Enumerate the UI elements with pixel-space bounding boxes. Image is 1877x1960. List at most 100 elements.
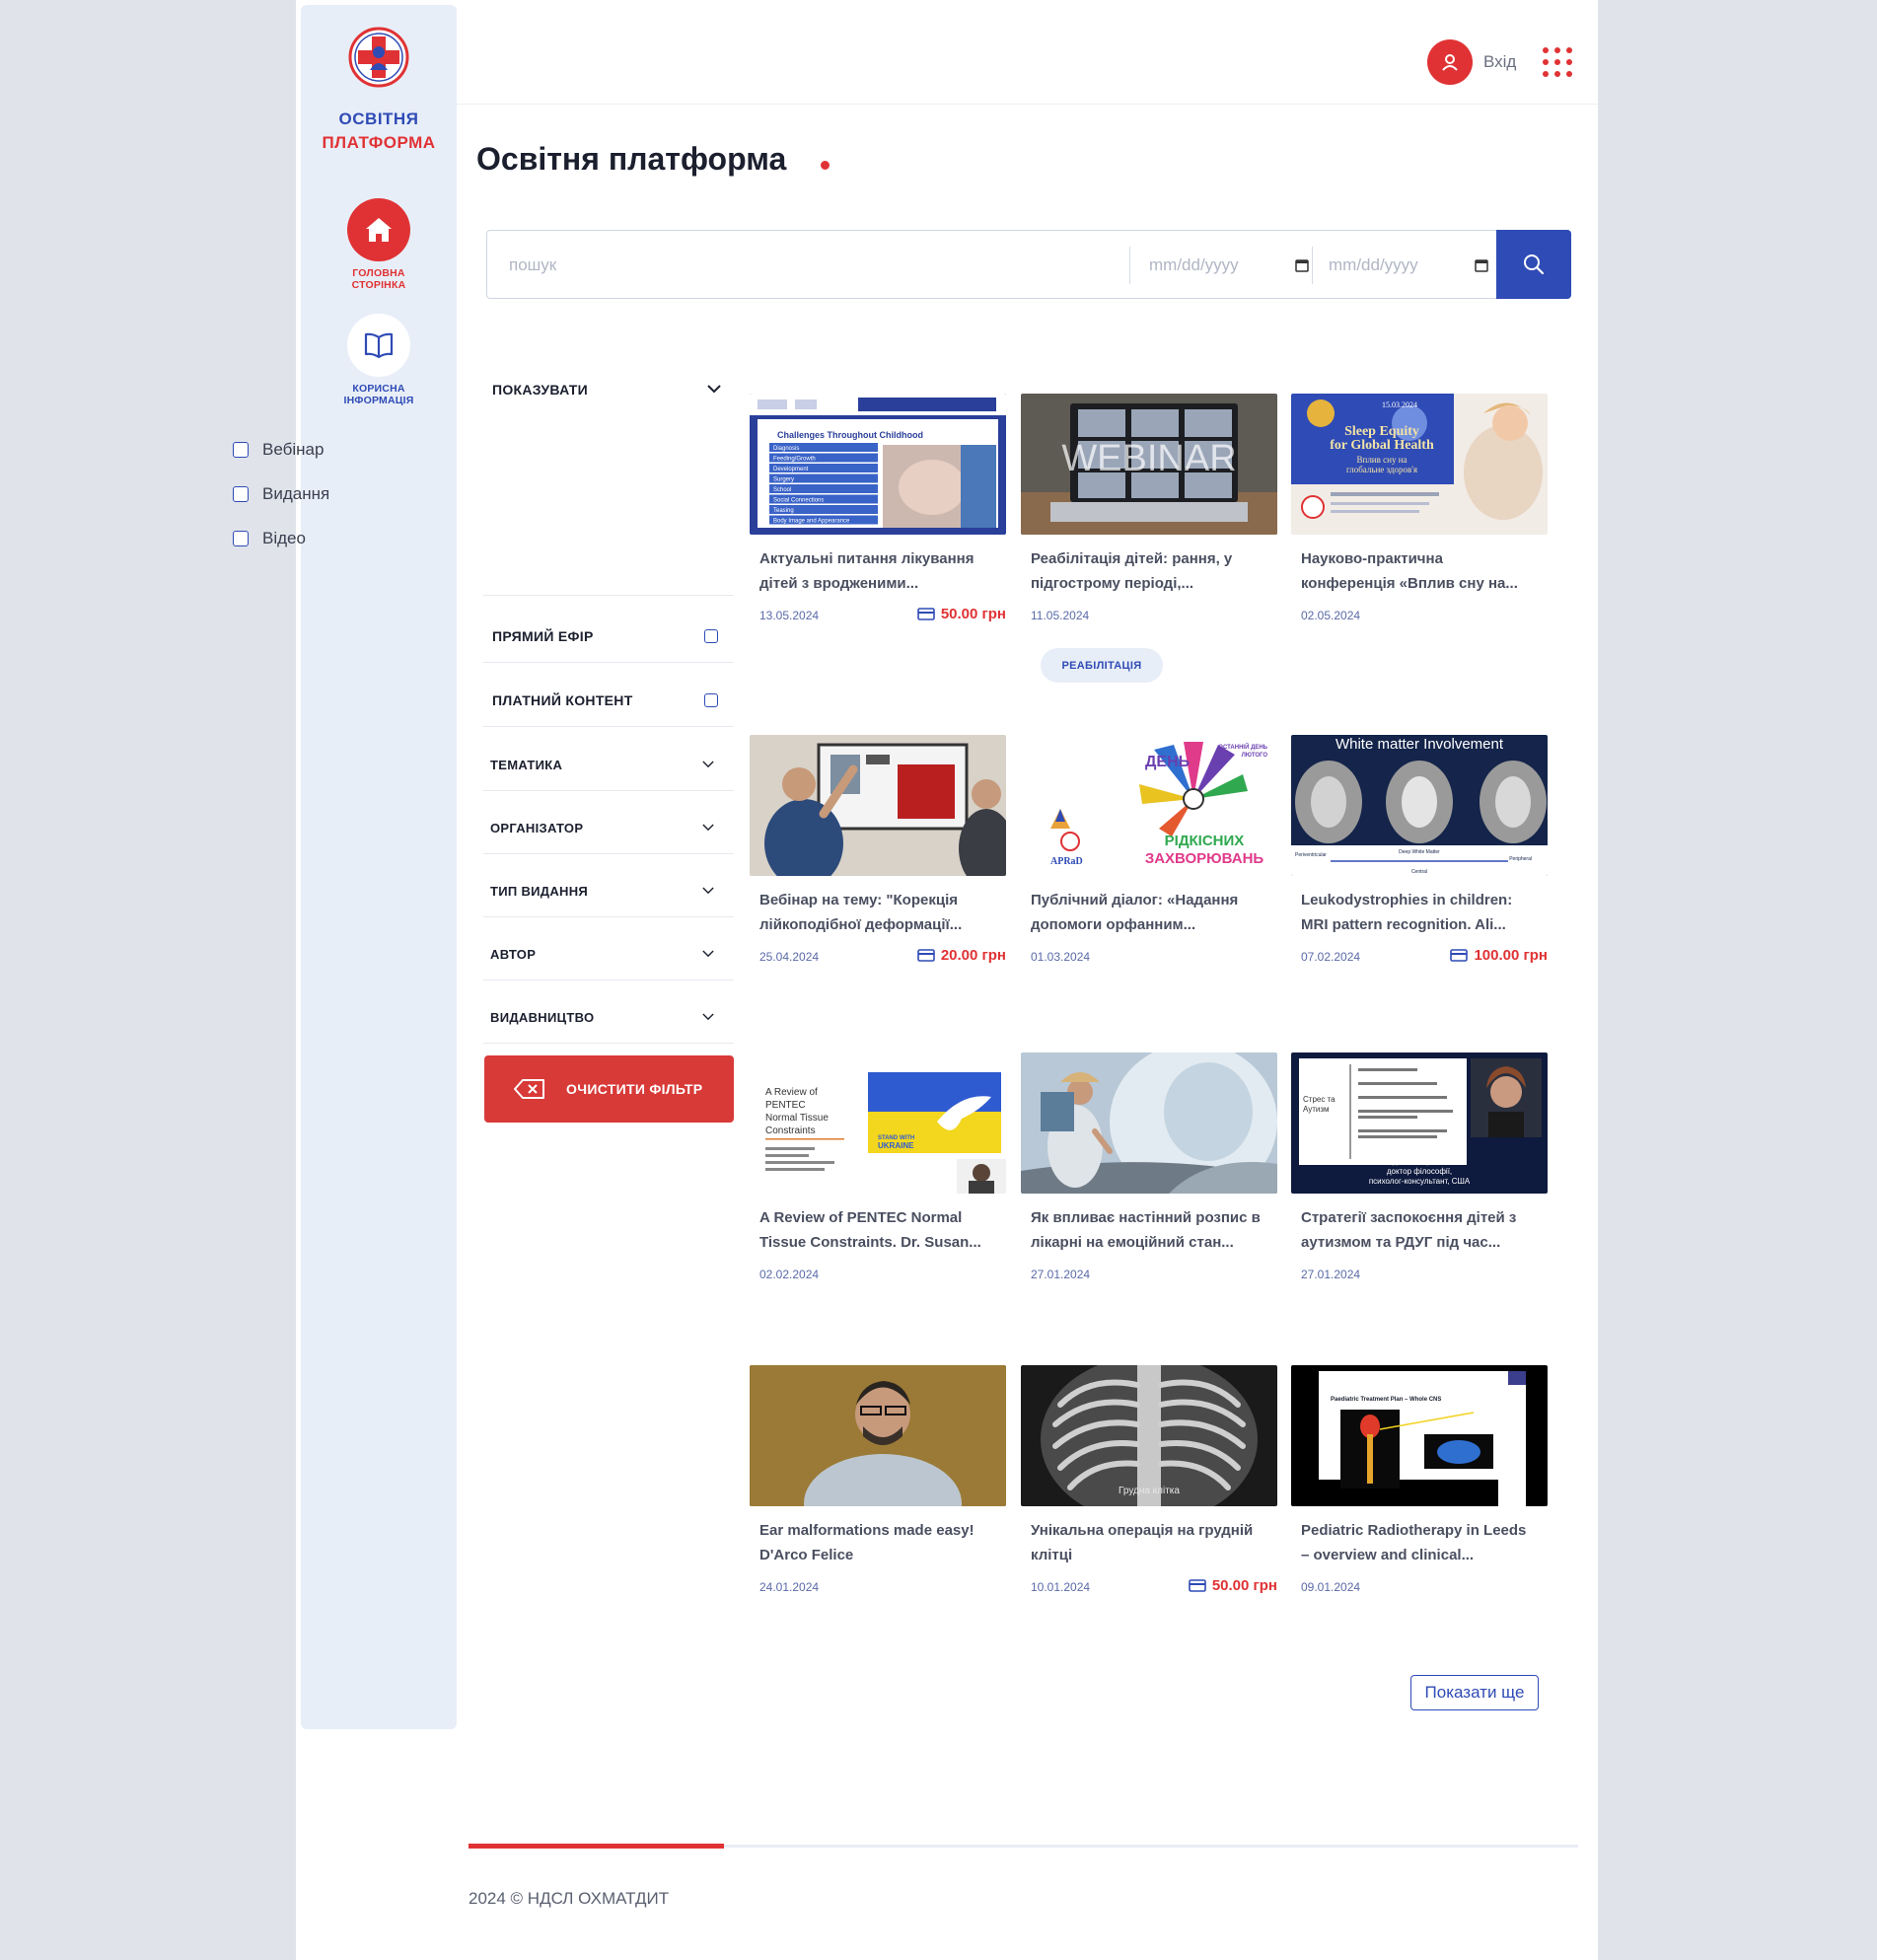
nav-item-info[interactable]: КОРИСНА ІНФОРМАЦІЯ [301, 314, 457, 406]
thumb-l1: A Review of [765, 1087, 818, 1098]
sidebar: ОСВІТНЯ ПЛАТФОРМА ГОЛОВНА СТОРІНКА КОРИСН… [301, 5, 457, 1729]
card-title[interactable]: Публічний діалог: «Надання допомоги орфа… [1031, 888, 1267, 937]
login-button[interactable]: Вхід [1427, 39, 1516, 85]
credit-card-icon [917, 608, 935, 620]
checkbox[interactable] [233, 442, 249, 458]
checkbox[interactable] [233, 486, 249, 502]
thumb-banner2: UKRAINE [878, 1141, 914, 1150]
checkbox[interactable] [233, 531, 249, 546]
card-meta: 25.04.2024 20.00 грн [759, 947, 1006, 967]
filter-option-video[interactable]: Відео [233, 528, 306, 549]
search-button[interactable] [1496, 230, 1571, 299]
thumb-top: ДЕНЬ [1145, 754, 1190, 770]
tag-rehabilitation[interactable]: РЕАБІЛІТАЦІЯ [1041, 648, 1163, 683]
thumb-date: 15.03.2024 [1382, 400, 1417, 409]
card-thumbnail[interactable] [1021, 1053, 1277, 1194]
thumb-row-label: Surgery [773, 477, 794, 483]
card-thumbnail[interactable]: 15.03.2024 Sleep Equity for Global Healt… [1291, 394, 1548, 535]
card-date: 10.01.2024 [1031, 1580, 1091, 1594]
card-thumbnail[interactable]: ДЕНЬ ОСТАННІЙ ДЕНЬ ЛЮТОГО РІДКІСНИХ ЗАХВ… [1021, 735, 1277, 876]
card-thumbnail[interactable]: White matter Involvement Periventricular… [1291, 735, 1548, 876]
date-from-field[interactable]: mm/dd/yyyy [1149, 251, 1317, 280]
chevron-down-icon[interactable] [702, 887, 714, 895]
card-title[interactable]: Pediatric Radiotherapy in Leeds – overvi… [1301, 1518, 1538, 1567]
clear-filter-button[interactable]: ОЧИСТИТИ ФІЛЬТР [484, 1055, 734, 1123]
thumb-row-label: Feeding/Growth [773, 457, 816, 463]
content-card[interactable]: White matter Involvement Periventricular… [1291, 735, 1548, 967]
chevron-down-icon[interactable] [702, 1013, 714, 1021]
content-card[interactable]: Ear malformations made easy! D'Arco Feli… [750, 1365, 1006, 1597]
filter-theme-header[interactable]: ТЕМАТИКА [490, 758, 562, 772]
thumb-row-label: Diagnosis [773, 446, 799, 452]
nav-label-home: ГОЛОВНА СТОРІНКА [351, 267, 406, 291]
thumb-lbl2: Deep White Matter [1399, 849, 1440, 855]
backspace-icon [514, 1079, 544, 1099]
card-title[interactable]: Унікальна операція на грудній клітці [1031, 1518, 1267, 1567]
content-card[interactable]: ДЕНЬ ОСТАННІЙ ДЕНЬ ЛЮТОГО РІДКІСНИХ ЗАХВ… [1021, 735, 1277, 967]
footer-copyright: 2024 © НДСЛ ОХМАТДИТ [469, 1889, 670, 1908]
brand-line2: ПЛАТФОРМА [322, 133, 436, 152]
card-meta: 27.01.2024 [1031, 1265, 1277, 1284]
card-thumbnail[interactable]: Paediatric Treatment Plan – Whole CNS [1291, 1365, 1548, 1506]
card-title[interactable]: Реабілітація дітей: рання, у підгострому… [1031, 546, 1267, 596]
card-meta: 11.05.2024 [1031, 606, 1277, 625]
card-thumbnail[interactable]: Challenges Throughout Childhood Diagnosi… [750, 394, 1006, 535]
live-checkbox[interactable] [704, 629, 718, 643]
date-to-field[interactable]: mm/dd/yyyy [1329, 251, 1496, 280]
content-card[interactable]: Стрес та Аутизм Теодозія Пацлавська, док… [1291, 1053, 1548, 1284]
thumb-side1: ОСТАННІЙ ДЕНЬ [1218, 743, 1267, 751]
paid-checkbox[interactable] [704, 693, 718, 707]
nav-item-home[interactable]: ГОЛОВНА СТОРІНКА [301, 198, 457, 291]
card-thumbnail[interactable] [750, 735, 1006, 876]
filter-option-publication[interactable]: Видання [233, 483, 329, 505]
card-title[interactable]: A Review of PENTEC Normal Tissue Constra… [759, 1205, 996, 1255]
card-title[interactable]: Вебінар на тему: "Корекція лійкоподібної… [759, 888, 996, 937]
apps-grid-icon[interactable] [1543, 47, 1572, 77]
card-date: 02.05.2024 [1301, 609, 1361, 622]
card-title[interactable]: Ear malformations made easy! D'Arco Feli… [759, 1518, 996, 1567]
search-icon [1524, 254, 1545, 275]
card-meta: 10.01.2024 50.00 грн [1031, 1577, 1277, 1597]
card-title[interactable]: Leukodystrophies in children: MRI patter… [1301, 888, 1538, 937]
logo-icon[interactable] [348, 27, 409, 88]
content-card[interactable]: Challenges Throughout Childhood Diagnosi… [750, 394, 1006, 625]
card-date: 24.01.2024 [759, 1580, 820, 1594]
card-title[interactable]: Актуальні питання лікування дітей з врод… [759, 546, 996, 596]
filter-author-header[interactable]: АВТОР [490, 947, 536, 962]
search-input[interactable] [509, 251, 1101, 280]
chevron-down-icon[interactable] [707, 385, 721, 394]
card-date: 27.01.2024 [1031, 1268, 1091, 1281]
content-card[interactable]: A Review of PENTEC Normal Tissue Constra… [750, 1053, 1006, 1284]
brand-name: ОСВІТНЯ ПЛАТФОРМА [301, 108, 457, 155]
thumb-logo: APRaD [1050, 856, 1083, 867]
card-thumbnail[interactable]: A Review of PENTEC Normal Tissue Constra… [750, 1053, 1006, 1194]
card-price: 50.00 грн [917, 606, 1006, 622]
card-thumbnail[interactable]: Стрес та Аутизм Теодозія Пацлавська, док… [1291, 1053, 1548, 1194]
card-meta: 09.01.2024 [1301, 1577, 1548, 1597]
filter-pubtype-header[interactable]: ТИП ВИДАННЯ [490, 884, 588, 899]
content-card[interactable]: Як впливає настінний розпис в лікарні на… [1021, 1053, 1277, 1284]
card-thumbnail[interactable] [750, 1365, 1006, 1506]
card-thumbnail[interactable]: Грудна клітка [1021, 1365, 1277, 1506]
filter-publisher-header[interactable]: ВИДАВНИЦТВО [490, 1010, 594, 1025]
filter-organizer-header[interactable]: ОРГАНІЗАТОР [490, 821, 583, 835]
chevron-down-icon[interactable] [702, 950, 714, 958]
thumb-left1: Стрес та [1303, 1095, 1336, 1104]
card-thumbnail[interactable]: WEBINAR [1021, 394, 1277, 535]
divider [483, 1043, 734, 1044]
content-card[interactable]: Грудна клітка Унікальна операція на груд… [1021, 1365, 1277, 1597]
content-card[interactable]: WEBINAR Реабілітація дітей: рання, у під… [1021, 394, 1277, 625]
chevron-down-icon[interactable] [702, 761, 714, 768]
filter-option-webinar[interactable]: Вебінар [233, 439, 324, 461]
calendar-icon [1295, 259, 1309, 272]
card-title[interactable]: Науково-практична конференція «Вплив сну… [1301, 546, 1538, 596]
content-card[interactable]: 15.03.2024 Sleep Equity for Global Healt… [1291, 394, 1548, 625]
show-more-button[interactable]: Показати ще [1410, 1675, 1539, 1710]
content-card[interactable]: Paediatric Treatment Plan – Whole CNS Pe… [1291, 1365, 1548, 1597]
card-title[interactable]: Стратегії заспокоєння дітей з аутизмом т… [1301, 1205, 1538, 1255]
card-title[interactable]: Як впливає настінний розпис в лікарні на… [1031, 1205, 1267, 1255]
chevron-down-icon[interactable] [702, 824, 714, 832]
filter-show-header[interactable]: ПОКАЗУВАТИ [492, 382, 588, 398]
content-card[interactable]: Вебінар на тему: "Корекція лійкоподібної… [750, 735, 1006, 967]
search-bar: mm/dd/yyyy mm/dd/yyyy [486, 230, 1571, 299]
